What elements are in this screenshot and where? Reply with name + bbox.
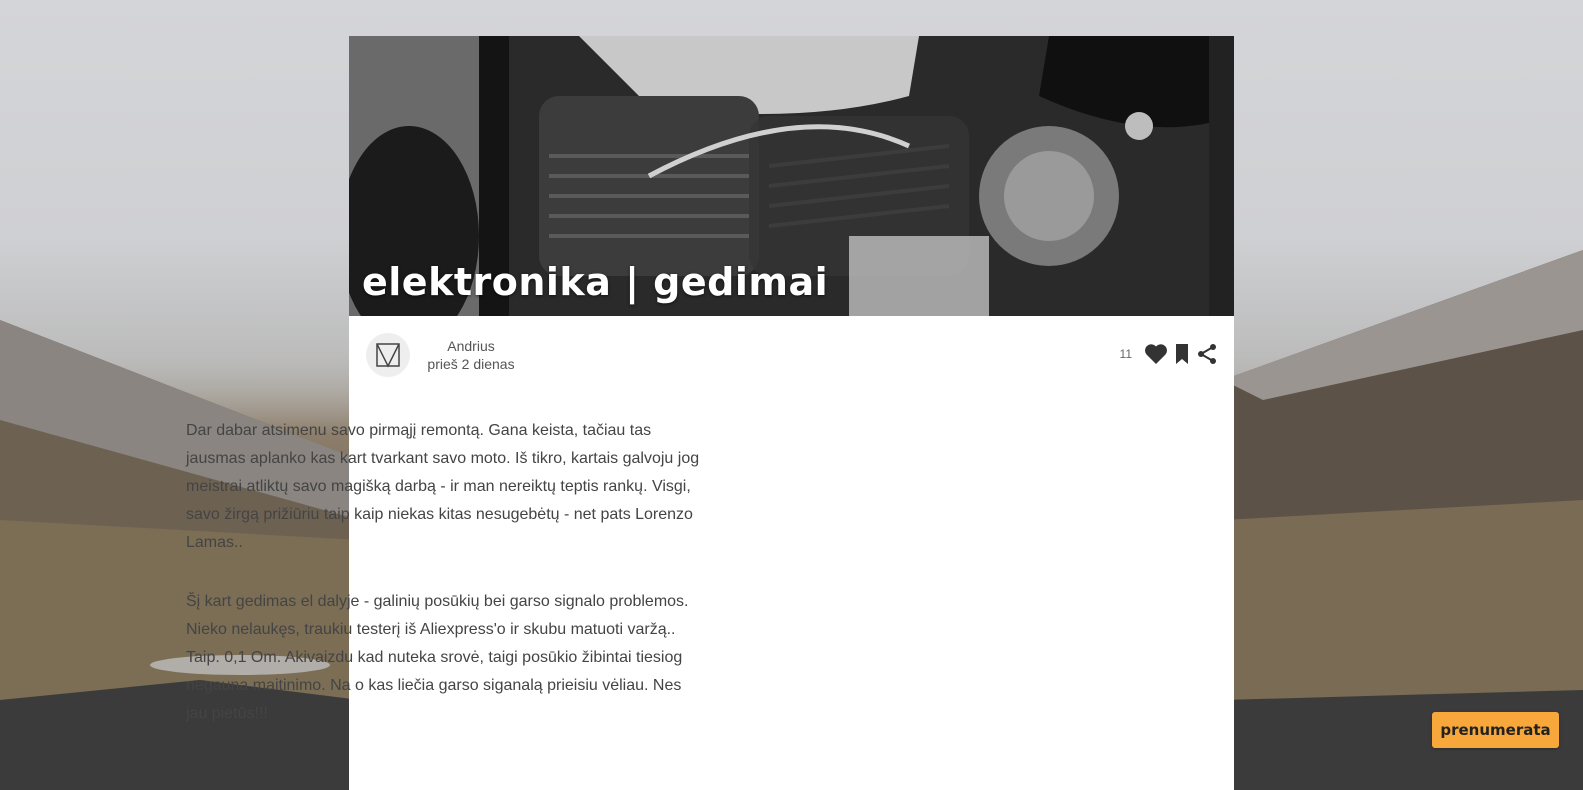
background-mountain-right [1223, 250, 1583, 790]
author-avatar[interactable] [366, 333, 410, 377]
post-paragraph: Šį kart gedimas el dalyje - galinių posū… [186, 593, 689, 722]
post-time: prieš 2 dienas [427, 356, 515, 372]
heart-icon[interactable] [1144, 343, 1168, 365]
post-paragraph: Dar dabar atsimenu savo pirmąjį remontą.… [186, 422, 700, 551]
logo-icon [376, 343, 400, 368]
post-title: elektronika | gedimai [362, 260, 829, 304]
bookmark-icon[interactable] [1174, 343, 1190, 365]
share-icon[interactable] [1196, 343, 1218, 365]
subscribe-button[interactable]: prenumerata [1432, 712, 1559, 748]
post-meta: Andrius prieš 2 dienas 11 [349, 316, 1234, 396]
like-count: 11 [1119, 347, 1132, 361]
post-body: Dar dabar atsimenu savo pirmąjį remontą.… [186, 417, 706, 759]
author-name[interactable]: Andrius [426, 337, 516, 355]
post-hero-image: elektronika | gedimai [349, 36, 1234, 316]
post-actions: 11 [1120, 341, 1218, 367]
author-block: Andrius prieš 2 dienas [426, 337, 516, 373]
